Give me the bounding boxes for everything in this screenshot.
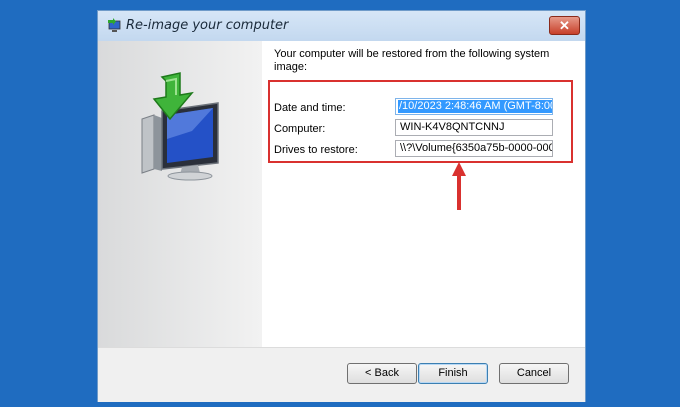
back-button[interactable]: < Back [347, 363, 417, 384]
close-icon: ✕ [559, 18, 570, 33]
intro-text: Your computer will be restored from the … [274, 48, 550, 73]
title-app-icon [108, 18, 121, 32]
button-bar: < Back Finish Cancel [98, 347, 585, 402]
title-bar[interactable]: Re-image your computer ✕ [98, 11, 585, 41]
reimage-dialog: Re-image your computer ✕ Your computer w… [97, 10, 586, 402]
cancel-button[interactable]: Cancel [499, 363, 569, 384]
computer-label: Computer: [274, 123, 326, 135]
window-title: Re-image your computer [126, 18, 289, 33]
restore-computer-icon [141, 72, 219, 181]
drives-field[interactable]: \\?\Volume{6350a75b-0000-0000- [395, 140, 553, 157]
left-graphic-panel [98, 41, 262, 347]
date-time-value: /10/2023 2:48:46 AM (GMT-8:00) [398, 100, 552, 113]
date-time-field[interactable]: /10/2023 2:48:46 AM (GMT-8:00) [395, 98, 553, 115]
red-arrow-icon [452, 162, 466, 210]
date-time-label: Date and time: [274, 102, 346, 114]
computer-field[interactable]: WIN-K4V8QNTCNNJ [395, 119, 553, 136]
content-area: Your computer will be restored from the … [262, 41, 585, 347]
close-button[interactable]: ✕ [549, 16, 580, 35]
drives-label: Drives to restore: [274, 144, 358, 156]
finish-button[interactable]: Finish [418, 363, 488, 384]
